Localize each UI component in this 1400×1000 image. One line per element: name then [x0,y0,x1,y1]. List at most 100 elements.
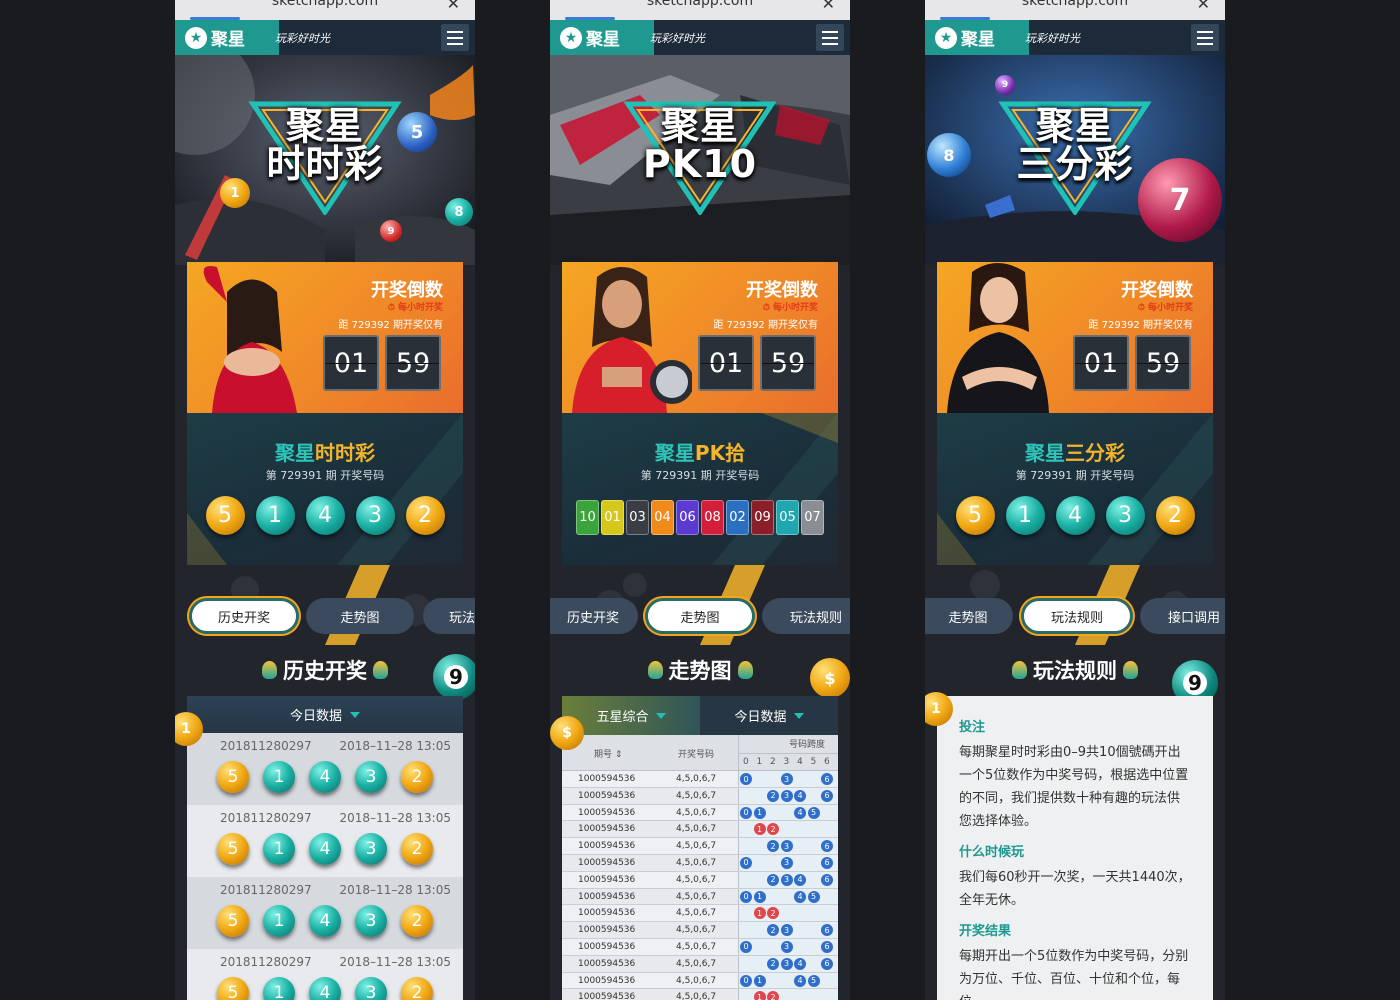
trend-row[interactable]: 1000594536 4,5,0,6,7 0 1 4 5 [562,888,838,906]
trend-mark: 3 [780,789,793,802]
trend-row[interactable]: 1000594536 4,5,0,6,7 1 2 [562,905,838,923]
tab-trend[interactable]: 走势图 [925,598,1013,634]
countdown-issue: 距 729392 期开奖仅有 [713,320,818,331]
trend-row[interactable]: 1000594536 4,5,0,6,7 1 2 [562,989,838,1000]
section-tabs: 历史开奖 走势图 玩法规则 [550,598,850,636]
result-ball: 1 [255,496,295,535]
tab-trend[interactable]: 走势图 [306,598,414,634]
trend-row[interactable]: 1000594536 4,5,0,6,7 0 3 6 [562,938,838,956]
history-ball: 5 [217,905,249,937]
trend-issue: 1000594536 [578,874,636,885]
latest-result-panel: 聚星时时彩 第 729391 期 开奖号码 5 1 4 3 2 [187,413,463,565]
trend-mark: 1 [753,974,766,987]
tab-api[interactable]: 接口调用 [1140,598,1225,634]
tab-trend[interactable]: 走势图 [645,598,755,634]
leaf-icon [647,661,663,679]
history-row[interactable]: 201811280297 2018–11–28 13:05 51432 [187,877,463,949]
trend-mark: 3 [780,773,793,785]
trend-mark: 3 [780,840,793,853]
trend-numbers: 4,5,0,6,7 [676,891,717,902]
brand-logo[interactable]: ★ 聚星 [175,20,279,55]
history-datetime: 2018–11–28 13:05 [339,883,451,897]
pk-result-ball: 09 [751,500,774,535]
url-text: sketchapp.com [271,0,379,9]
result-ball: 2 [1155,496,1195,535]
trend-numbers: 4,5,0,6,7 [676,807,717,818]
rule-heading: 投注 [959,720,986,735]
tab-history[interactable]: 历史开奖 [550,598,638,634]
trend-mark: 1 [753,823,766,836]
trend-row[interactable]: 1000594536 4,5,0,6,7 2 3 4 6 [562,787,838,805]
trend-mark: 4 [794,806,806,819]
trend-mark: 4 [794,873,806,886]
brand-name: 聚星 [586,30,620,50]
close-icon[interactable]: ✕ [447,0,460,13]
browser-url-bar[interactable]: sketchapp.com ✕ [175,0,475,20]
brand-logo[interactable]: ★ 聚星 [925,20,1029,55]
trend-issue: 1000594536 [578,841,636,852]
trend-issue: 1000594536 [578,807,636,818]
col-issue-header[interactable]: 期号 ⇕ [594,747,622,760]
history-row[interactable]: 201811280297 2018–11–28 13:05 51432 [187,805,463,877]
trend-row[interactable]: 1000594536 4,5,0,6,7 0 1 4 5 [562,972,838,990]
rule-heading: 什么时候玩 [959,845,1025,860]
menu-icon[interactable] [816,24,844,51]
trend-row[interactable]: 1000594536 4,5,0,6,7 2 3 4 6 [562,955,838,973]
trend-mark: 1 [753,991,766,1000]
phone-screen-pk10: sketchapp.com ✕ ★ 聚星 玩彩好时光 聚星 PK10 开奖倒数 … [550,0,850,1000]
tab-rules[interactable]: 玩法规则 [1021,598,1133,634]
countdown-panel: 开奖倒数 ⏱ 每小时开奖 距 729392 期开奖仅有 01 59 [187,262,463,413]
pk-result-ball: 06 [676,500,699,535]
trend-row[interactable]: 1000594536 4,5,0,6,7 1 2 [562,821,838,839]
tab-history[interactable]: 历史开奖 [189,598,299,634]
trend-row[interactable]: 1000594536 4,5,0,6,7 0 1 4 5 [562,804,838,822]
history-list: 201811280297 2018–11–28 13:05 51432 2018… [187,733,463,1000]
trend-mark: 2 [767,991,779,1000]
ball-9-icon: 9 [433,654,475,700]
top-navbar: ★ 聚星 玩彩好时光 [925,20,1225,55]
history-filter-dropdown[interactable]: 今日数据 [187,696,463,733]
trend-mark: 2 [767,823,779,836]
tab-rules[interactable]: 玩法 [423,598,475,634]
result-ball: 3 [1105,496,1145,535]
logo-icon: ★ [560,26,582,49]
result-numbers: 5 1 4 3 2 [937,496,1213,535]
menu-icon[interactable] [1191,24,1219,51]
trend-date-dropdown[interactable]: 今日数据 [700,696,838,735]
result-ball: 4 [1055,496,1095,535]
trend-row[interactable]: 1000594536 4,5,0,6,7 2 3 4 6 [562,871,838,889]
history-ball: 3 [355,977,387,1000]
close-icon[interactable]: ✕ [822,0,835,13]
result-ball: 5 [955,496,995,535]
trend-mark: 2 [767,840,779,853]
countdown-seconds: 59 [760,335,816,391]
trend-row[interactable]: 1000594536 4,5,0,6,7 0 3 6 [562,854,838,872]
trend-filter-bar: 五星综合 今日数据 [562,696,838,735]
close-icon[interactable]: ✕ [1197,0,1210,13]
result-numbers: 10 01 03 04 06 08 02 09 05 07 [562,500,838,535]
browser-url-bar[interactable]: sketchapp.com ✕ [925,0,1225,20]
trend-row[interactable]: 1000594536 4,5,0,6,7 0 3 6 [562,771,838,788]
clock-icon: ⏱ [387,303,398,313]
browser-url-bar[interactable]: sketchapp.com ✕ [550,0,850,20]
brand-slogan: 玩彩好时光 [650,32,705,45]
history-row[interactable]: 201811280297 2018–11–28 13:05 51432 [187,733,463,805]
trend-row[interactable]: 1000594536 4,5,0,6,7 2 3 6 [562,838,838,855]
trend-mark: 2 [767,873,779,886]
history-row[interactable]: 201811280297 2018–11–28 13:05 51432 [187,949,463,1000]
countdown-title: 开奖倒数 [1121,280,1193,301]
tab-rules[interactable]: 玩法规则 [762,598,850,634]
brand-logo[interactable]: ★ 聚星 [550,20,654,55]
countdown-subtitle: ⏱ 每小时开奖 [387,303,443,313]
section-title: 历史开奖 [175,655,475,685]
brand-name: 聚星 [961,30,995,50]
pk-result-ball: 01 [601,500,624,535]
menu-icon[interactable] [441,24,469,51]
trend-rows: 1000594536 4,5,0,6,7 0 3 6 1000594536 4,5,0,6,… [562,771,838,1000]
trend-mark: 6 [821,789,833,802]
brand-name: 聚星 [211,30,245,50]
trend-mark: 2 [767,789,779,802]
trend-grid-cells: 234 6 [738,955,838,972]
trend-mark: 3 [780,924,793,937]
trend-row[interactable]: 1000594536 4,5,0,6,7 2 3 6 [562,922,838,939]
